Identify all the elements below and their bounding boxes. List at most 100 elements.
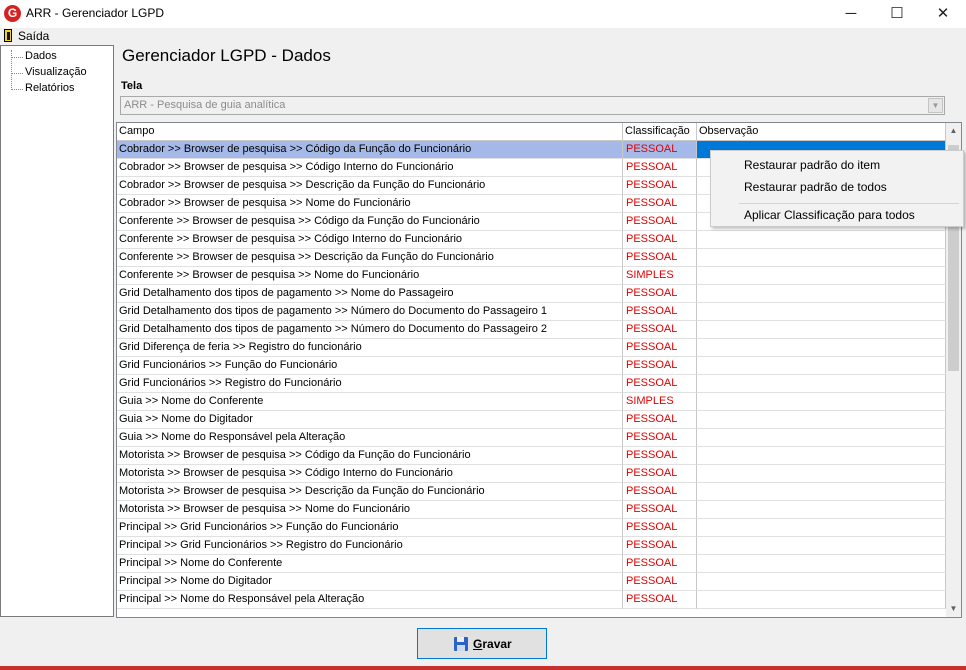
- cell-classificacao[interactable]: PESSOAL: [623, 357, 697, 375]
- cell-observacao[interactable]: [697, 573, 946, 591]
- table-row[interactable]: Principal >> Nome do Conferente PESSOAL: [117, 555, 946, 573]
- cell-classificacao[interactable]: PESSOAL: [623, 375, 697, 393]
- table-row[interactable]: Grid Funcionários >> Registro do Funcion…: [117, 375, 946, 393]
- tree-item-dados[interactable]: Dados: [25, 50, 57, 62]
- table-row[interactable]: Motorista >> Browser de pesquisa >> Códi…: [117, 447, 946, 465]
- table-row[interactable]: Motorista >> Browser de pesquisa >> Nome…: [117, 501, 946, 519]
- table-row[interactable]: Grid Diferença de feria >> Registro do f…: [117, 339, 946, 357]
- column-header-observacao[interactable]: Observação: [697, 123, 946, 141]
- tree-item-visualizacao[interactable]: Visualização: [25, 66, 87, 78]
- table-row[interactable]: Principal >> Nome do Responsável pela Al…: [117, 591, 946, 609]
- cell-classificacao[interactable]: PESSOAL: [623, 411, 697, 429]
- maximize-button[interactable]: ☐: [874, 0, 920, 28]
- close-button[interactable]: ✕: [920, 0, 966, 28]
- cell-campo[interactable]: Cobrador >> Browser de pesquisa >> Códig…: [117, 141, 623, 159]
- cell-campo[interactable]: Guia >> Nome do Conferente: [117, 393, 623, 411]
- cell-classificacao[interactable]: PESSOAL: [623, 285, 697, 303]
- cell-classificacao[interactable]: SIMPLES: [623, 393, 697, 411]
- cell-campo[interactable]: Grid Funcionários >> Função do Funcionár…: [117, 357, 623, 375]
- table-row[interactable]: Grid Detalhamento dos tipos de pagamento…: [117, 285, 946, 303]
- cell-classificacao[interactable]: PESSOAL: [623, 177, 697, 195]
- cell-observacao[interactable]: [697, 483, 946, 501]
- cell-classificacao[interactable]: PESSOAL: [623, 483, 697, 501]
- cell-campo[interactable]: Conferente >> Browser de pesquisa >> Cód…: [117, 231, 623, 249]
- cell-campo[interactable]: Principal >> Grid Funcionários >> Regist…: [117, 537, 623, 555]
- cell-campo[interactable]: Cobrador >> Browser de pesquisa >> Nome …: [117, 195, 623, 213]
- cell-classificacao[interactable]: PESSOAL: [623, 321, 697, 339]
- cell-classificacao[interactable]: PESSOAL: [623, 537, 697, 555]
- cell-campo[interactable]: Cobrador >> Browser de pesquisa >> Códig…: [117, 159, 623, 177]
- cell-observacao[interactable]: [697, 447, 946, 465]
- cell-campo[interactable]: Grid Detalhamento dos tipos de pagamento…: [117, 303, 623, 321]
- cell-observacao[interactable]: [697, 393, 946, 411]
- cell-classificacao[interactable]: PESSOAL: [623, 573, 697, 591]
- cell-observacao[interactable]: [697, 537, 946, 555]
- tree-item-relatorios[interactable]: Relatórios: [25, 82, 75, 94]
- table-row[interactable]: Principal >> Grid Funcionários >> Função…: [117, 519, 946, 537]
- cell-observacao[interactable]: [697, 267, 946, 285]
- table-row[interactable]: Conferente >> Browser de pesquisa >> Nom…: [117, 267, 946, 285]
- table-row[interactable]: Guia >> Nome do Responsável pela Alteraç…: [117, 429, 946, 447]
- cell-campo[interactable]: Grid Diferença de feria >> Registro do f…: [117, 339, 623, 357]
- cell-classificacao[interactable]: PESSOAL: [623, 303, 697, 321]
- cell-classificacao[interactable]: PESSOAL: [623, 447, 697, 465]
- table-row[interactable]: Conferente >> Browser de pesquisa >> Des…: [117, 249, 946, 267]
- cell-observacao[interactable]: [697, 519, 946, 537]
- cell-campo[interactable]: Principal >> Nome do Digitador: [117, 573, 623, 591]
- cell-campo[interactable]: Principal >> Nome do Responsável pela Al…: [117, 591, 623, 609]
- cell-classificacao[interactable]: PESSOAL: [623, 339, 697, 357]
- cell-observacao[interactable]: [697, 339, 946, 357]
- scroll-down-icon[interactable]: ▼: [946, 601, 961, 617]
- cell-observacao[interactable]: [697, 321, 946, 339]
- cell-classificacao[interactable]: PESSOAL: [623, 159, 697, 177]
- cell-observacao[interactable]: [697, 357, 946, 375]
- cell-classificacao[interactable]: PESSOAL: [623, 141, 697, 159]
- save-button[interactable]: Gravar: [417, 628, 547, 659]
- cell-observacao[interactable]: [697, 375, 946, 393]
- cell-campo[interactable]: Principal >> Nome do Conferente: [117, 555, 623, 573]
- cell-observacao[interactable]: [697, 591, 946, 609]
- table-row[interactable]: Principal >> Grid Funcionários >> Regist…: [117, 537, 946, 555]
- cell-campo[interactable]: Grid Detalhamento dos tipos de pagamento…: [117, 321, 623, 339]
- cell-classificacao[interactable]: SIMPLES: [623, 267, 697, 285]
- column-header-classificacao[interactable]: Classificação: [623, 123, 697, 141]
- cell-campo[interactable]: Conferente >> Browser de pesquisa >> Nom…: [117, 267, 623, 285]
- minimize-button[interactable]: ─: [828, 0, 874, 28]
- table-row[interactable]: Guia >> Nome do Conferente SIMPLES: [117, 393, 946, 411]
- cell-observacao[interactable]: [697, 303, 946, 321]
- cell-observacao[interactable]: [697, 429, 946, 447]
- table-row[interactable]: Grid Detalhamento dos tipos de pagamento…: [117, 321, 946, 339]
- cell-classificacao[interactable]: PESSOAL: [623, 555, 697, 573]
- menu-item-restore-all-defaults[interactable]: Restaurar padrão de todos: [744, 180, 887, 194]
- table-row[interactable]: Grid Funcionários >> Função do Funcionár…: [117, 357, 946, 375]
- cell-campo[interactable]: Grid Detalhamento dos tipos de pagamento…: [117, 285, 623, 303]
- column-header-campo[interactable]: Campo: [117, 123, 623, 141]
- tela-select[interactable]: ARR - Pesquisa de guia analítica ▼: [120, 96, 945, 115]
- cell-classificacao[interactable]: PESSOAL: [623, 465, 697, 483]
- cell-observacao[interactable]: [697, 285, 946, 303]
- table-row[interactable]: Guia >> Nome do Digitador PESSOAL: [117, 411, 946, 429]
- table-row[interactable]: Conferente >> Browser de pesquisa >> Cód…: [117, 231, 946, 249]
- cell-classificacao[interactable]: PESSOAL: [623, 213, 697, 231]
- scroll-up-icon[interactable]: ▲: [946, 123, 961, 139]
- cell-campo[interactable]: Conferente >> Browser de pesquisa >> Cód…: [117, 213, 623, 231]
- cell-classificacao[interactable]: PESSOAL: [623, 591, 697, 609]
- cell-classificacao[interactable]: PESSOAL: [623, 501, 697, 519]
- cell-classificacao[interactable]: PESSOAL: [623, 519, 697, 537]
- cell-campo[interactable]: Motorista >> Browser de pesquisa >> Códi…: [117, 465, 623, 483]
- cell-campo[interactable]: Conferente >> Browser de pesquisa >> Des…: [117, 249, 623, 267]
- table-row[interactable]: Grid Detalhamento dos tipos de pagamento…: [117, 303, 946, 321]
- cell-observacao[interactable]: [697, 249, 946, 267]
- cell-campo[interactable]: Grid Funcionários >> Registro do Funcion…: [117, 375, 623, 393]
- cell-classificacao[interactable]: PESSOAL: [623, 429, 697, 447]
- chevron-down-icon[interactable]: ▼: [928, 98, 943, 113]
- table-row[interactable]: Principal >> Nome do Digitador PESSOAL: [117, 573, 946, 591]
- cell-observacao[interactable]: [697, 231, 946, 249]
- cell-classificacao[interactable]: PESSOAL: [623, 195, 697, 213]
- cell-campo[interactable]: Motorista >> Browser de pesquisa >> Nome…: [117, 501, 623, 519]
- cell-classificacao[interactable]: PESSOAL: [623, 231, 697, 249]
- cell-campo[interactable]: Motorista >> Browser de pesquisa >> Desc…: [117, 483, 623, 501]
- cell-campo[interactable]: Principal >> Grid Funcionários >> Função…: [117, 519, 623, 537]
- cell-campo[interactable]: Guia >> Nome do Digitador: [117, 411, 623, 429]
- table-row[interactable]: Motorista >> Browser de pesquisa >> Códi…: [117, 465, 946, 483]
